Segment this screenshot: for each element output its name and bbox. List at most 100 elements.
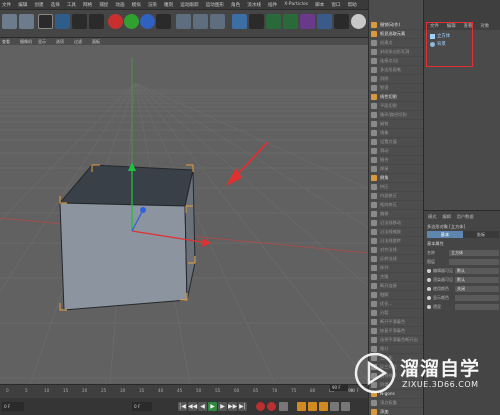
command-label: 缝合 — [380, 156, 389, 162]
move-icon[interactable] — [55, 14, 70, 29]
light-icon[interactable] — [351, 14, 366, 29]
menu-item[interactable]: 工具 — [67, 2, 76, 8]
camera-icon[interactable] — [334, 14, 349, 29]
menu-item[interactable]: 流水线 — [247, 2, 261, 8]
preview-start-field[interactable]: 0 F — [132, 402, 152, 411]
key-scale-icon[interactable] — [319, 402, 328, 411]
next-key-icon[interactable]: ▶▶ — [228, 402, 237, 411]
command-label: 循环/路径切割 — [380, 111, 407, 117]
rotate-icon[interactable] — [89, 14, 104, 29]
menu-item[interactable]: 捕捉 — [99, 2, 108, 8]
viewport-scene — [0, 58, 368, 384]
attribute-tab[interactable]: 编辑 — [442, 214, 450, 220]
start-frame-field[interactable]: 0 F — [2, 402, 24, 411]
undo-icon[interactable] — [2, 14, 17, 29]
command-icon — [371, 282, 377, 289]
attribute-tab[interactable]: 模式 — [428, 214, 436, 220]
play-icon[interactable]: ▶ — [208, 402, 217, 411]
attribute-subtab[interactable]: 坐标 — [463, 231, 499, 238]
render-settings-icon[interactable] — [210, 14, 225, 29]
scale-icon[interactable] — [72, 14, 87, 29]
menu-item[interactable]: 创建 — [34, 2, 43, 8]
attribute-subtab[interactable]: 基本 — [427, 231, 463, 238]
radio-dot[interactable] — [427, 286, 431, 291]
world-coord-icon[interactable] — [156, 14, 171, 29]
watermark-url: ZIXUE.3D66.COM — [402, 380, 479, 389]
floor-icon[interactable] — [317, 14, 332, 29]
render-view-icon[interactable] — [176, 14, 191, 29]
key-param-icon[interactable] — [330, 402, 339, 411]
attribute-value[interactable] — [449, 258, 499, 265]
menu-item[interactable]: 编辑 — [18, 2, 27, 8]
command-icon — [371, 228, 377, 235]
cube-icon[interactable] — [232, 14, 247, 29]
command-label: 磁铁 — [380, 120, 389, 126]
key-point-icon[interactable] — [341, 402, 350, 411]
menu-item[interactable]: 角色 — [231, 2, 240, 8]
prev-frame-icon[interactable]: ◀ — [198, 402, 207, 411]
attribute-value[interactable] — [455, 294, 499, 301]
timeline-ruler[interactable]: 05101520253035404550556065707580859090 F… — [0, 384, 368, 398]
timeline-tick: 35 — [139, 388, 145, 393]
attribute-tab[interactable]: 用户数据 — [457, 214, 474, 220]
radio-dot[interactable] — [427, 304, 431, 309]
radio-dot[interactable] — [427, 295, 431, 300]
gizmo-x-handle[interactable] — [202, 238, 211, 247]
menu-item[interactable]: 帮助 — [348, 2, 357, 8]
menu-item[interactable]: 窗口 — [331, 2, 340, 8]
y-axis-icon[interactable] — [124, 14, 139, 29]
gizmo-z-handle[interactable] — [140, 207, 146, 213]
go-end-icon[interactable]: ▶| — [238, 402, 247, 411]
menu-item[interactable]: 插件 — [268, 2, 277, 8]
attribute-value[interactable] — [455, 303, 499, 310]
highlight-box — [426, 22, 473, 67]
menu-item[interactable]: 网格 — [83, 2, 92, 8]
command-icon — [371, 39, 377, 46]
menu-item[interactable]: 模拟 — [132, 2, 141, 8]
menu-item[interactable]: 动画 — [115, 2, 124, 8]
next-frame-icon[interactable]: ▶ — [218, 402, 227, 411]
command-icon — [371, 138, 377, 145]
attribute-row: 名称 立方体 — [427, 249, 499, 256]
attribute-value[interactable]: 关闭 — [455, 285, 499, 292]
menu-item[interactable]: 运动跟踪 — [180, 2, 198, 8]
attribute-value[interactable]: 立方体 — [449, 249, 499, 256]
redo-icon[interactable] — [19, 14, 34, 29]
key-rotation-icon[interactable] — [308, 402, 317, 411]
menu-item[interactable]: 脚本 — [315, 2, 324, 8]
preview-end-field[interactable]: 90 F — [330, 384, 348, 391]
record-icon[interactable] — [256, 402, 265, 411]
menu-item[interactable]: 雕刻 — [164, 2, 173, 8]
menu-item[interactable]: 文件 — [2, 2, 11, 8]
radio-dot[interactable] — [427, 277, 431, 282]
attribute-value[interactable]: 默认 — [455, 267, 499, 274]
keyframe-icon[interactable] — [279, 402, 288, 411]
menu-item[interactable]: 渲染 — [148, 2, 157, 8]
prev-key-icon[interactable]: ◀◀ — [188, 402, 197, 411]
command-icon — [371, 201, 377, 208]
deformer-icon[interactable] — [300, 14, 315, 29]
array-icon[interactable] — [283, 14, 298, 29]
perspective-viewport[interactable]: 查看 摄像机 显示 选项 过滤 面板 — [0, 38, 368, 384]
attribute-value[interactable]: 默认 — [455, 276, 499, 283]
render-icon[interactable] — [193, 14, 208, 29]
auto-key-icon[interactable] — [267, 402, 276, 411]
radio-dot[interactable] — [427, 268, 431, 273]
go-start-icon[interactable]: |◀ — [178, 402, 187, 411]
menu-item[interactable]: 选择 — [51, 2, 60, 8]
command-label: 创建点 — [380, 39, 393, 45]
command-label: 挤压 — [380, 183, 389, 189]
object-manager-menu-item[interactable]: 对象 — [480, 23, 489, 29]
command-label: 融解 — [380, 291, 389, 297]
subdivision-icon[interactable] — [266, 14, 281, 29]
key-position-icon[interactable] — [297, 402, 306, 411]
command-item[interactable]: 添加 — [369, 407, 424, 415]
pen-icon[interactable] — [249, 14, 264, 29]
live-select-icon[interactable] — [38, 14, 53, 29]
x-axis-icon[interactable] — [108, 14, 123, 29]
main-toolbar — [0, 10, 368, 38]
command-icon — [371, 93, 377, 100]
z-axis-icon[interactable] — [140, 14, 155, 29]
menu-item[interactable]: 运动图形 — [206, 2, 224, 8]
menu-item[interactable]: X-Particles — [284, 2, 308, 7]
